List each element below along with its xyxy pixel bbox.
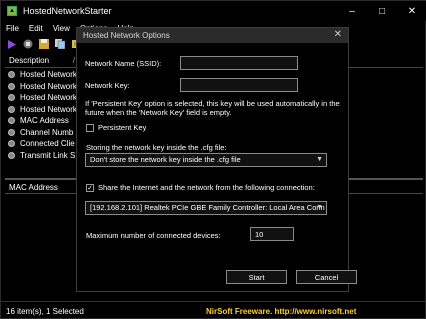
- list-item-label: MAC Address: [20, 116, 69, 126]
- dialog-titlebar: Hosted Network Options ✕: [77, 28, 348, 43]
- app-icon: ▲: [7, 6, 17, 16]
- stop-icon[interactable]: [21, 38, 34, 50]
- item-icon: [8, 128, 15, 136]
- item-icon: [8, 117, 15, 125]
- cancel-button[interactable]: Cancel: [296, 270, 357, 284]
- list-item-label: Hosted Network: [20, 104, 77, 114]
- persistent-key-info: If 'Persistent Key' option is selected, …: [85, 99, 340, 117]
- maximize-button[interactable]: □: [367, 1, 397, 21]
- save-icon[interactable]: [37, 38, 50, 50]
- chevron-down-icon: ▼: [316, 204, 323, 211]
- column-mac-address[interactable]: MAC Address: [9, 183, 58, 192]
- list-item-label: Channel Numb: [20, 127, 74, 137]
- persistent-key-checkbox-label: Persistent Key: [98, 123, 147, 132]
- connection-select-value: [192.168.2.101] Realtek PCIe GBE Family …: [90, 203, 325, 212]
- item-icon: [8, 140, 15, 148]
- window-controls: – □ ✕: [337, 1, 426, 21]
- column-description[interactable]: Description /: [5, 56, 79, 65]
- max-devices-input[interactable]: [250, 227, 294, 241]
- sort-indicator: /: [72, 56, 75, 65]
- max-devices-label: Maximum number of connected devices:: [86, 231, 221, 240]
- menu-file[interactable]: File: [1, 24, 24, 33]
- play-icon[interactable]: [5, 38, 18, 50]
- ssid-input[interactable]: [180, 56, 298, 70]
- item-icon: [8, 105, 15, 113]
- storing-key-select-value: Don't store the network key inside the .…: [90, 155, 241, 164]
- network-key-input[interactable]: [180, 78, 298, 92]
- storing-key-label: Storing the network key inside the .cfg …: [86, 143, 227, 152]
- item-icon: [8, 151, 15, 159]
- storing-key-select[interactable]: Don't store the network key inside the .…: [85, 153, 327, 167]
- item-icon: [8, 94, 15, 102]
- item-icon: [8, 82, 15, 90]
- list-item-label: Hosted Network: [20, 70, 77, 80]
- share-internet-checkbox-label: Share the Internet and the network from …: [98, 183, 315, 192]
- network-key-label: Network Key:: [85, 81, 130, 90]
- start-button[interactable]: Start: [226, 270, 287, 284]
- window-title: HostedNetworkStarter: [23, 6, 112, 16]
- list-item-label: Hosted Network: [20, 93, 77, 103]
- ssid-label: Network Name (SSID):: [85, 59, 162, 68]
- nirsoft-link[interactable]: NirSoft Freeware. http://www.nirsoft.net: [196, 307, 356, 316]
- status-item-count: 16 item(s), 1 Selected: [6, 306, 84, 316]
- persistent-key-checkbox-box[interactable]: [86, 123, 94, 132]
- close-button[interactable]: ✕: [397, 1, 426, 21]
- minimize-button[interactable]: –: [337, 1, 367, 21]
- list-item-label: Hosted Network: [20, 81, 77, 91]
- hosted-network-options-dialog: Hosted Network Options ✕ Network Name (S…: [76, 27, 357, 292]
- item-icon: [8, 71, 15, 79]
- list-item-label: Connected Clie: [20, 139, 75, 149]
- persistent-key-checkbox[interactable]: Persistent Key: [86, 123, 146, 132]
- list-item-label: Transmit Link S: [20, 150, 76, 160]
- column-description-label: Description: [9, 56, 50, 65]
- status-bar: 16 item(s), 1 Selected NirSoft Freeware.…: [1, 301, 426, 319]
- dialog-title: Hosted Network Options: [83, 31, 170, 40]
- chevron-down-icon: ▼: [316, 156, 323, 163]
- dialog-close-icon[interactable]: ✕: [334, 29, 342, 40]
- copy-icon[interactable]: [53, 38, 66, 50]
- share-internet-checkbox[interactable]: ✓ Share the Internet and the network fro…: [86, 183, 315, 192]
- share-internet-checkbox-box[interactable]: ✓: [86, 183, 94, 192]
- window-titlebar: ▲ HostedNetworkStarter – □ ✕: [1, 1, 426, 21]
- menu-view[interactable]: View: [48, 24, 75, 33]
- connection-select[interactable]: [192.168.2.101] Realtek PCIe GBE Family …: [85, 201, 327, 215]
- menu-edit[interactable]: Edit: [24, 24, 48, 33]
